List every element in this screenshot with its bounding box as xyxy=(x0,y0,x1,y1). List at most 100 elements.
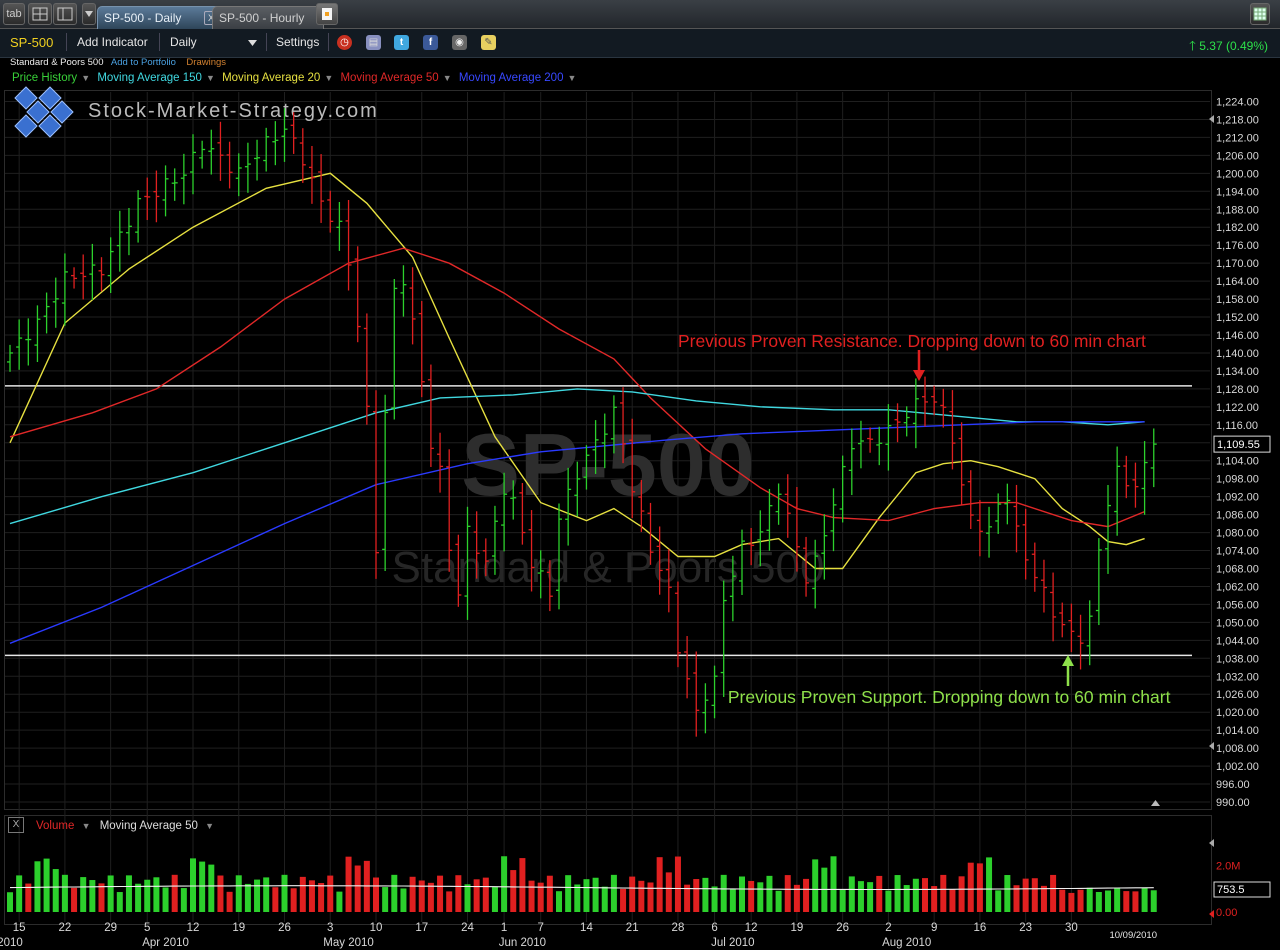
annotations: Previous Proven Resistance. Dropping dow… xyxy=(678,331,1171,707)
volume-bar xyxy=(1095,891,1102,912)
close-icon[interactable]: X xyxy=(8,817,24,833)
last-price-label: 1,109.55 xyxy=(1217,439,1260,451)
volume-bar xyxy=(510,870,517,912)
volume-bar xyxy=(995,890,1002,912)
volume-bar xyxy=(80,877,87,912)
collapse-arrow-icon xyxy=(1151,800,1160,806)
volume-bar xyxy=(1059,889,1066,912)
price-tick-label: 1,098.00 xyxy=(1216,474,1259,486)
volume-bar xyxy=(674,856,681,912)
volume-bar xyxy=(620,888,627,912)
date-tick-label: 22 xyxy=(59,922,72,934)
date-stamp: 10/09/2010 xyxy=(1109,930,1157,941)
volume-bar xyxy=(766,875,773,912)
month-label: Jul 2010 xyxy=(711,937,754,949)
volume-bar xyxy=(976,863,983,912)
arrow-up-icon xyxy=(1062,655,1074,666)
volume-bar xyxy=(226,891,233,912)
volume-bar xyxy=(491,886,498,912)
volume-bar xyxy=(784,875,791,912)
volume-bar xyxy=(208,864,215,912)
chevron-down-icon[interactable]: ▼ xyxy=(205,821,214,831)
volume-bar xyxy=(610,874,617,912)
volume-bar xyxy=(693,879,700,912)
volume-bar xyxy=(803,878,810,912)
volume-bar xyxy=(1086,887,1093,912)
date-tick-label: 19 xyxy=(232,922,245,934)
volume-bar xyxy=(501,856,508,912)
volume-bar xyxy=(427,882,434,912)
volume-bar xyxy=(1040,885,1047,912)
price-tick-label: 1,212.00 xyxy=(1216,132,1259,144)
price-tick-label: 1,146.00 xyxy=(1216,330,1259,342)
date-tick-label: 17 xyxy=(415,922,428,934)
volume-ma-label[interactable]: Moving Average 50 xyxy=(100,820,198,832)
volume-bar xyxy=(1105,890,1111,912)
date-tick-label: 12 xyxy=(187,922,200,934)
volume-bar xyxy=(1050,874,1057,912)
logo: Stock-Market-Strategy.com xyxy=(14,86,377,138)
volume-bar xyxy=(528,880,535,912)
price-tick-label: 1,176.00 xyxy=(1216,240,1259,252)
volume-bar xyxy=(1141,887,1148,912)
volume-bar xyxy=(400,888,407,912)
month-label: Apr 2010 xyxy=(142,937,189,949)
volume-bar xyxy=(894,875,901,912)
price-tick-label: 1,116.00 xyxy=(1216,420,1258,432)
price-tick-label: 1,182.00 xyxy=(1216,222,1259,234)
date-tick-label: 6 xyxy=(711,922,717,934)
volume-bar xyxy=(729,889,736,912)
date-tick-label: 3 xyxy=(327,922,333,934)
volume-bar xyxy=(354,865,361,912)
month-label: Aug 2010 xyxy=(882,937,931,949)
volume-bar xyxy=(327,875,334,912)
volume-bar xyxy=(830,856,837,912)
volume-bar xyxy=(958,876,965,912)
price-chart[interactable]: SP-500 Standard & Poors 500 Stock-Market… xyxy=(0,0,1280,950)
chevron-down-icon[interactable]: ▼ xyxy=(82,821,91,831)
price-tick-label: 1,026.00 xyxy=(1216,689,1259,701)
volume-bar xyxy=(373,877,379,912)
volume-bars: 2.0M 0.00 753.5 xyxy=(7,839,1271,919)
volume-bar xyxy=(885,890,892,912)
price-tick-label: 1,206.00 xyxy=(1216,150,1259,162)
resistance-annotation: Previous Proven Resistance. Dropping dow… xyxy=(678,331,1146,351)
price-tick-label: 1,038.00 xyxy=(1216,653,1259,665)
volume-bar xyxy=(418,880,425,912)
date-tick-label: 14 xyxy=(580,922,593,934)
volume-bar xyxy=(290,888,297,912)
price-tick-label: 1,224.00 xyxy=(1216,97,1259,109)
volume-bar xyxy=(391,874,398,912)
date-tick-label: 21 xyxy=(626,922,639,934)
price-tick-label: 1,056.00 xyxy=(1216,599,1259,611)
volume-bar xyxy=(89,880,96,912)
watermark-symbol: SP-500 xyxy=(461,415,755,514)
volume-label[interactable]: Volume xyxy=(36,820,74,832)
volume-bar xyxy=(16,875,23,912)
price-tick-label: 1,194.00 xyxy=(1216,186,1259,198)
volume-bar xyxy=(244,883,251,912)
volume-bar xyxy=(455,875,462,912)
date-tick-label: 10 xyxy=(370,922,383,934)
scroll-marker-icon xyxy=(1209,742,1214,750)
volume-bar xyxy=(857,881,864,912)
volume-bar xyxy=(556,891,562,912)
volume-bar xyxy=(592,877,599,912)
volume-bar xyxy=(1150,890,1157,912)
volume-bar xyxy=(61,874,68,912)
date-tick-label: 7 xyxy=(537,922,543,934)
volume-bar xyxy=(775,890,782,912)
date-tick-label: 15 xyxy=(13,922,26,934)
price-tick-label: 1,200.00 xyxy=(1216,168,1259,180)
volume-bar xyxy=(629,876,636,912)
price-tick-label: 1,152.00 xyxy=(1216,312,1259,324)
price-tick-label: 1,074.00 xyxy=(1216,546,1259,558)
volume-bar xyxy=(180,888,187,912)
volume-bar xyxy=(647,882,654,912)
month-label: Jun 2010 xyxy=(499,937,546,949)
volume-bar xyxy=(1123,891,1130,912)
volume-bar xyxy=(748,880,755,912)
volume-bar xyxy=(482,877,489,912)
volume-bar xyxy=(986,857,993,912)
volume-bar xyxy=(839,889,846,912)
